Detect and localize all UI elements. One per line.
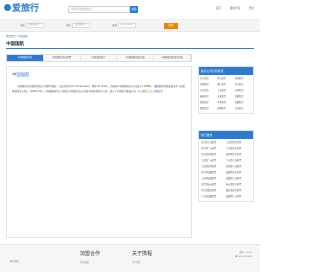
flight-search-button[interactable]: 搜索 [164, 23, 178, 29]
date-field: 日期 yyyy-mm-dd [112, 23, 137, 29]
tab-timetable[interactable]: 中国国航航班时刻表 [154, 55, 191, 61]
to-input[interactable]: 请选择城市 [72, 23, 91, 28]
tab-intro[interactable]: 中国国航简介 [81, 55, 118, 61]
logo-icon [4, 4, 11, 11]
to-field: 到达 请选择城市 [66, 23, 91, 29]
airline-grid: 东方航空 南方航空 海南航空 深圳航空 厦门航空 四川航空 山东航空 上海航空 吉祥航空 春秋航空… [199, 75, 253, 113]
hot-route-link[interactable]: 成都到广州机票 [226, 194, 251, 200]
my-trips-link[interactable]: 我的行程 [230, 7, 240, 10]
read-more-link[interactable]: 查看更多 [153, 90, 163, 93]
footer-col-about: 关于携程 关于我们 [132, 250, 152, 264]
footer: 联系客服 加盟合作 合作加盟 关于携程 关于我们 国内：95010 ☎ 400-… [0, 244, 260, 272]
footer-partner-link[interactable]: 合作加盟 [80, 260, 100, 264]
flight-search-bar: 出发 请选择城市 到达 请选择城市 日期 yyyy-mm-dd 搜索 [0, 20, 260, 32]
search-button[interactable]: 搜索 [130, 6, 138, 13]
tab-flight-status[interactable]: 中国国航航班动态 [117, 55, 155, 61]
footer-contact: 国内：95010 ☎ 400-000-0000 [235, 251, 252, 259]
home-link[interactable]: 首页 [216, 7, 221, 10]
footer-col-service: 联系客服 [10, 250, 19, 263]
login-link[interactable]: 登录 [249, 7, 254, 10]
footer-partner-title: 加盟合作 [80, 251, 101, 257]
footer-col-partner: 加盟合作 合作加盟 [80, 250, 100, 264]
side-hot-routes-panel: 热门航线 北京到上海机票 上海到北京机票 北京到广州机票 广州到北京机票 北京到深圳机票… [198, 130, 254, 202]
side-airlines-panel: 航空公司打折机票 东方航空 南方航空 海南航空 深圳航空 厦门航空 四川航空 山东航空 上海航… [198, 66, 254, 114]
top-links: 首页 我的行程 登录 [208, 6, 254, 10]
hot-route-link[interactable]: 广州到成都机票 [201, 194, 226, 200]
from-input[interactable]: 请选择城市 [26, 23, 45, 28]
from-field: 出发 请选择城市 [20, 23, 45, 29]
page-title: 中国国航 [6, 41, 24, 46]
footer-about-link[interactable]: 关于我们 [132, 260, 152, 264]
site-logo[interactable]: 爱旅行 [4, 3, 40, 15]
airline-link[interactable]: 祥鹏航空 [217, 106, 234, 112]
tab-home[interactable]: 中国国航首页 [7, 55, 44, 61]
search-input[interactable]: 搜索机场航线航班 [68, 6, 130, 13]
airline-link[interactable]: 长龙航空 [235, 106, 252, 112]
footer-phone: ☎ 400-000-0000 [235, 256, 252, 258]
tab-special-fares[interactable]: 中国国航特价机票 [44, 55, 81, 61]
footer-about-title: 关于携程 [132, 251, 153, 257]
footer-service-link[interactable]: 联系客服 [10, 259, 19, 263]
tab-bar: 中国国航首页 中国国航特价机票 中国国航简介 中国国航航班动态 中国国航航班时刻… [6, 54, 192, 62]
top-header: 爱旅行 搜索机场航线航班 搜索 首页 我的行程 登录 [0, 0, 260, 20]
content-paragraph: 中国国际航空股份有限公司简称“国航”，英文名称为Air China Limite… [12, 85, 186, 93]
hot-routes-grid: 北京到上海机票 上海到北京机票 北京到广州机票 广州到北京机票 北京到深圳机票 深圳到北京… [199, 139, 253, 201]
breadcrumb[interactable]: 机票首页 > 中国国航 [6, 34, 28, 38]
title-divider [6, 48, 254, 49]
side-hot-routes-title: 热门航线 [199, 131, 253, 139]
side-airlines-title: 航空公司打折机票 [199, 67, 253, 75]
main-content: 中国国航 中国国际航空股份有限公司简称“国航”，英文名称为Air China L… [6, 66, 192, 238]
date-input[interactable]: yyyy-mm-dd [118, 23, 137, 28]
airline-link[interactable]: 奥凯航空 [200, 106, 217, 112]
content-heading: 中国国航 [12, 72, 30, 77]
